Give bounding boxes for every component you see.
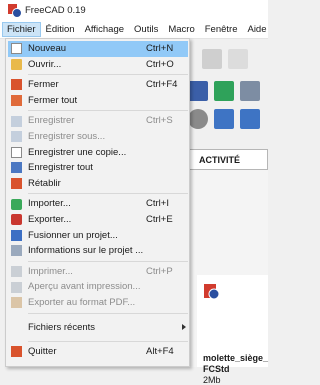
menu-bar: Fichier Édition Affichage Outils Macro F… <box>0 20 268 39</box>
menu-item-enregistrer-sous[interactable]: Enregistrer sous... <box>8 129 188 145</box>
save-copy-icon <box>11 146 22 158</box>
open-folder-icon <box>11 58 22 70</box>
menu-separator <box>28 193 188 195</box>
file-size: 2Mb <box>203 375 221 385</box>
menu-item-nouveau[interactable]: Nouveau Ctrl+N <box>8 41 188 57</box>
menu-item-label: Exporter au format PDF... <box>28 297 136 308</box>
menu-item-fermer-tout[interactable]: Fermer tout <box>8 93 188 109</box>
menu-item-label: Enregistrer tout <box>28 162 93 174</box>
menu-item-label: Quitter <box>28 345 57 357</box>
menu-outils[interactable]: Outils <box>129 22 163 37</box>
add-icon[interactable] <box>214 109 234 129</box>
menu-item-retablir[interactable]: Rétablir <box>8 176 188 192</box>
menu-item-fermer[interactable]: Fermer Ctrl+F4 <box>8 77 188 93</box>
menu-item-informations-sur-le-projet[interactable]: Informations sur le projet ... <box>8 243 188 259</box>
menu-item-shortcut: Alt+F4 <box>146 345 174 357</box>
window-title: FreeCAD 0.19 <box>25 4 86 16</box>
menu-item-shortcut: Ctrl+F4 <box>146 79 178 91</box>
tab-activite[interactable]: ACTIVITÉ <box>188 149 268 169</box>
recent-file-card[interactable]: molette_siège_ FCStd 2Mb <box>197 275 269 385</box>
menu-item-label: Informations sur le projet ... <box>28 245 144 257</box>
menu-item-shortcut: Ctrl+I <box>146 198 169 210</box>
menu-item-label: Exporter... <box>28 214 72 225</box>
project-info-icon <box>11 245 22 257</box>
menu-edition[interactable]: Édition <box>41 22 80 37</box>
menu-item-quitter[interactable]: Quitter Alt+F4 <box>8 344 188 360</box>
menu-item-imprimer[interactable]: Imprimer... Ctrl+P <box>8 264 188 280</box>
menu-item-label: Enregistrer <box>28 115 75 127</box>
submenu-arrow-icon <box>182 323 186 330</box>
menu-macro[interactable]: Macro <box>163 22 199 37</box>
freecad-logo-icon <box>8 4 22 18</box>
view-cube-icon[interactable] <box>240 81 260 101</box>
save-all-icon <box>11 162 22 174</box>
menu-item-shortcut: Ctrl+S <box>146 115 173 127</box>
menu-separator <box>28 340 188 342</box>
menu-item-ouvrir[interactable]: Ouvrir... Ctrl+O <box>8 57 188 73</box>
menu-item-shortcut: Ctrl+N <box>146 43 174 54</box>
box-view-icon[interactable] <box>188 81 208 101</box>
menu-item-fichiers-recents[interactable]: Fichiers récents <box>8 316 188 339</box>
remove-icon[interactable] <box>240 109 260 129</box>
menu-aide[interactable]: Aide <box>242 22 271 37</box>
toolbar-area <box>180 39 268 129</box>
revert-icon <box>11 178 22 190</box>
forward-icon[interactable] <box>228 49 248 69</box>
menu-item-label: Fermer tout <box>28 94 78 106</box>
stop-icon[interactable] <box>188 109 208 129</box>
menu-item-label: Enregistrer sous... <box>28 131 106 142</box>
file-extension: FCStd <box>203 364 230 374</box>
menu-item-importer[interactable]: Importer... Ctrl+I <box>8 196 188 212</box>
menu-item-exporter-au-format-pdf[interactable]: Exporter au format PDF... <box>8 295 188 311</box>
menu-affichage[interactable]: Affichage <box>80 22 129 37</box>
menu-item-apercu-avant-impression[interactable]: Aperçu avant impression... <box>8 279 188 295</box>
save-icon <box>11 115 22 127</box>
menu-item-enregistrer[interactable]: Enregistrer Ctrl+S <box>8 113 188 129</box>
menu-separator <box>28 110 188 112</box>
menu-item-exporter[interactable]: Exporter... Ctrl+E <box>8 212 188 228</box>
menu-item-shortcut: Ctrl+P <box>146 265 173 277</box>
freecad-file-icon <box>204 284 220 300</box>
menu-item-enregistrer-une-copie[interactable]: Enregistrer une copie... <box>8 145 188 161</box>
quit-icon <box>11 345 22 357</box>
menu-item-label: Nouveau <box>28 43 67 54</box>
import-icon <box>11 198 22 210</box>
print-preview-icon <box>11 281 22 293</box>
export-pdf-icon <box>11 297 22 309</box>
menu-separator <box>28 312 188 314</box>
close-all-icon <box>11 95 22 107</box>
menu-fenetre[interactable]: Fenêtre <box>200 22 243 37</box>
file-menu-dropdown: Nouveau Ctrl+N Ouvrir... Ctrl+O Fermer Ctrl+F… <box>5 38 190 367</box>
title-bar: FreeCAD 0.19 <box>0 0 268 20</box>
print-icon <box>11 266 22 278</box>
file-name: molette_siège_ <box>203 353 269 363</box>
zoom-icon[interactable] <box>214 81 234 101</box>
merge-project-icon <box>11 229 22 241</box>
menu-item-label: Ouvrir... <box>28 58 62 70</box>
menu-item-label: Imprimer... <box>28 265 73 277</box>
menu-item-label: Enregistrer une copie... <box>28 146 127 158</box>
menu-item-label: Rétablir <box>28 177 61 189</box>
save-as-icon <box>11 131 22 143</box>
menu-separator <box>28 74 188 76</box>
close-document-icon <box>11 79 22 91</box>
export-icon <box>11 214 22 226</box>
menu-item-enregistrer-tout[interactable]: Enregistrer tout <box>8 160 188 176</box>
menu-item-fusionner-un-projet[interactable]: Fusionner un projet... <box>8 228 188 244</box>
menu-item-label: Importer... <box>28 198 71 210</box>
menu-item-shortcut: Ctrl+O <box>146 58 174 70</box>
menu-fichier[interactable]: Fichier <box>2 21 41 37</box>
menu-item-label: Fusionner un projet... <box>28 229 118 241</box>
new-document-icon <box>11 43 22 55</box>
menu-separator <box>28 260 188 262</box>
menu-item-label: Fermer <box>28 79 59 91</box>
menu-item-label: Aperçu avant impression... <box>28 281 141 293</box>
menu-item-label: Fichiers récents <box>28 321 96 333</box>
redo-icon[interactable] <box>202 49 222 69</box>
menu-item-shortcut: Ctrl+E <box>146 214 173 225</box>
